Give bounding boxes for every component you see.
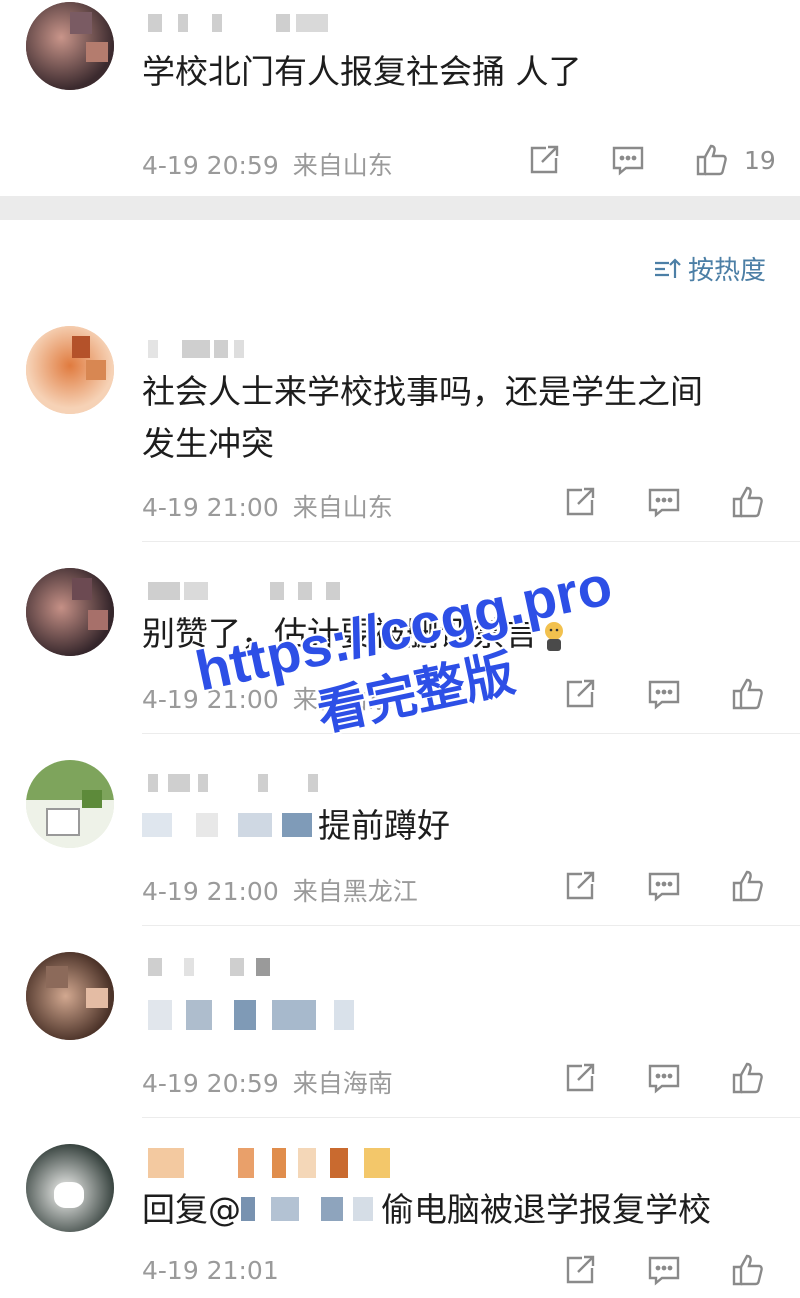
comment-time: 4-19 21:00 — [142, 877, 279, 906]
comment-meta: 4-19 21:00 来自山东 — [142, 488, 407, 524]
share-icon[interactable] — [562, 868, 598, 904]
comment-text-body: 提前蹲好 — [318, 806, 450, 845]
thumbs-up-icon[interactable] — [694, 142, 730, 178]
like-count: 19 — [744, 146, 776, 175]
comment-text: 回复@ 偷电脑被退学报复学校 — [142, 1184, 711, 1236]
comment-separator — [142, 925, 800, 926]
comment-time: 4-19 21:00 — [142, 685, 279, 714]
avatar[interactable] — [26, 1144, 114, 1232]
section-divider — [0, 196, 800, 220]
share-icon[interactable] — [562, 1252, 598, 1288]
username-blurred[interactable] — [148, 1148, 398, 1178]
comment-icon[interactable] — [610, 142, 646, 178]
comment-icon[interactable] — [646, 868, 682, 904]
username-blurred[interactable] — [148, 340, 248, 362]
comment-source: 来自黑龙江 — [292, 877, 418, 906]
comment-text: 别赞了，估计要被删评禁言 — [142, 608, 568, 660]
post-source: 来自山东 — [292, 151, 393, 180]
sort-icon — [654, 257, 681, 278]
comment-source: 来自山东 — [292, 493, 393, 522]
mention-blurred[interactable] — [241, 1196, 381, 1227]
sort-by-hot-button[interactable]: 按热度 — [652, 250, 766, 287]
share-icon[interactable] — [562, 484, 598, 520]
avatar[interactable] — [26, 760, 114, 848]
share-icon[interactable] — [562, 676, 598, 712]
comment-text-blurred[interactable] — [148, 1000, 368, 1034]
post-text: 学校北门有人报复社会捅 人了 — [142, 52, 582, 91]
comment-separator — [142, 1117, 800, 1118]
avatar[interactable] — [26, 326, 114, 414]
comment-text-body: 偷电脑被退学报复学校 — [381, 1190, 711, 1229]
comment-separator — [142, 733, 800, 734]
comment-source: 来自山东 — [292, 685, 393, 714]
comment-icon[interactable] — [646, 1060, 682, 1096]
thumbs-up-icon[interactable] — [730, 1252, 766, 1288]
username-blurred[interactable] — [148, 958, 288, 980]
comment-icon[interactable] — [646, 484, 682, 520]
comment-time: 4-19 21:00 — [142, 493, 279, 522]
username-blurred[interactable] — [148, 774, 348, 796]
emoji-icon — [545, 621, 563, 651]
comment-icon[interactable] — [646, 1252, 682, 1288]
post-time: 4-19 20:59 — [142, 151, 279, 180]
sort-label: 按热度 — [687, 256, 766, 286]
comment-icon[interactable] — [646, 676, 682, 712]
original-post: 学校北门有人报复社会捅 人了 4-19 20:59 来自山东 19 — [0, 0, 800, 196]
comment-meta: 4-19 20:59 来自海南 — [142, 1064, 407, 1100]
comment-text-body: 别赞了，估计要被删评禁言 — [142, 614, 538, 653]
mention-blurred[interactable] — [142, 812, 318, 843]
thumbs-up-icon[interactable] — [730, 868, 766, 904]
thumbs-up-icon[interactable] — [730, 1060, 766, 1096]
comment-text: 提前蹲好 — [142, 800, 450, 852]
comment-time: 4-19 20:59 — [142, 1069, 279, 1098]
comment-text: 社会人士来学校找事吗，还是学生之间 — [142, 372, 703, 411]
post-meta: 4-19 20:59 来自山东 — [142, 146, 407, 182]
comment-meta: 4-19 21:00 来自山东 — [142, 680, 407, 716]
share-icon[interactable] — [526, 142, 562, 178]
comment-time: 4-19 21:01 — [142, 1256, 279, 1285]
comment-text-line2: 发生冲突 — [142, 424, 274, 463]
username-blurred[interactable] — [148, 582, 358, 604]
reply-prefix: 回复@ — [142, 1190, 241, 1229]
avatar[interactable] — [26, 952, 114, 1040]
comment-meta: 4-19 21:00 来自黑龙江 — [142, 872, 432, 908]
comment-meta: 4-19 21:01 — [142, 1256, 307, 1285]
thumbs-up-icon[interactable] — [730, 676, 766, 712]
avatar[interactable] — [26, 2, 114, 90]
avatar[interactable] — [26, 568, 114, 656]
username-blurred[interactable] — [148, 14, 348, 36]
thumbs-up-icon[interactable] — [730, 484, 766, 520]
comment-source: 来自海南 — [292, 1069, 393, 1098]
comment-separator — [142, 541, 800, 542]
share-icon[interactable] — [562, 1060, 598, 1096]
